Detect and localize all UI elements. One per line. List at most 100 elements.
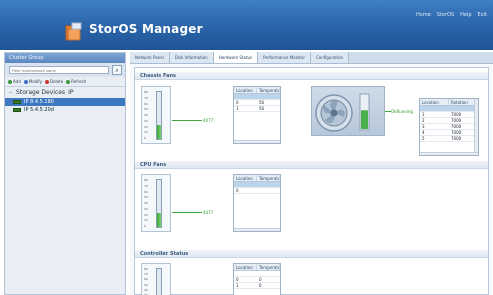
top-link-home[interactable]: Home <box>416 12 431 18</box>
tick-label: 50 <box>144 195 148 200</box>
delete-icon <box>45 79 50 84</box>
search-row: ⌕ <box>5 63 125 77</box>
horizontal-scrollbar[interactable] <box>234 140 280 143</box>
table-cell: 1 <box>236 106 239 111</box>
tree-item-device-1[interactable]: IP 8.4.5.180 <box>5 98 125 106</box>
tree-root-suffix: IP <box>68 89 74 96</box>
table-header: Location Temperature <box>234 264 280 271</box>
temperature-reading: 4077 <box>203 118 214 123</box>
table-header: Location Rotation <box>420 99 478 106</box>
tick-label: 40 <box>144 287 148 292</box>
search-icon: ⌕ <box>115 67 119 74</box>
table-cell: 2 <box>422 118 425 123</box>
fan-speed-table: Location Rotation 1 7000 2 7000 3 7000 4 700… <box>419 98 479 156</box>
tick-label: 80 <box>144 90 148 94</box>
meter-track <box>156 91 162 140</box>
meter-ticks: 80 70 60 50 40 30 20 10 0 <box>144 90 154 140</box>
tick-label: 80 <box>144 267 148 271</box>
table-cell <box>234 182 257 187</box>
table-cell: 0 <box>236 188 239 193</box>
tick-label: 70 <box>144 183 148 188</box>
tick-label: 40 <box>144 201 148 205</box>
top-link-storos[interactable]: StorOS <box>437 12 454 18</box>
tick-label: 30 <box>144 206 148 211</box>
table-cell: 0 <box>259 277 262 282</box>
action-toolbar: Add Modify Delete Refresh <box>5 77 125 87</box>
reading-leader <box>172 120 202 121</box>
section-header-chassis: Chassis Fans <box>135 72 488 80</box>
tick-label: 80 <box>144 178 148 182</box>
table-header: Location Temperature <box>234 87 280 94</box>
add-label: Add <box>13 79 21 84</box>
top-link-help[interactable]: Help <box>460 12 471 18</box>
tick-label: 50 <box>144 282 148 287</box>
server-icon <box>13 100 21 104</box>
table-row[interactable]: 5 7000 <box>420 136 478 142</box>
table-header: Location Temperature <box>234 175 280 182</box>
column-header[interactable]: Location <box>234 264 257 270</box>
refresh-button[interactable]: Refresh <box>66 79 86 84</box>
cluster-sidebar: Cluster Group ⌕ Add Modify Delete Refres… <box>4 52 126 295</box>
tab-disk-information[interactable]: Disk Information <box>169 52 214 63</box>
meter-fill <box>157 212 161 227</box>
tick-label: 40 <box>144 113 148 117</box>
table-cell <box>234 94 257 99</box>
column-header[interactable]: Temperature <box>257 175 280 181</box>
top-link-exit[interactable]: Exit <box>478 12 487 18</box>
search-button[interactable]: ⌕ <box>112 65 122 75</box>
filter-input[interactable] <box>9 66 109 74</box>
temperature-reading: 4077 <box>203 210 214 215</box>
temperature-meter: 80 70 60 50 40 30 20 10 0 <box>141 86 171 144</box>
table-row[interactable]: 10 <box>234 283 280 289</box>
add-icon <box>8 79 12 84</box>
table-cell <box>257 94 280 99</box>
table-row[interactable]: 1 56 <box>234 106 280 112</box>
edit-icon <box>23 79 28 84</box>
column-header[interactable]: Temperature <box>257 264 280 270</box>
delete-button[interactable]: Delete <box>45 79 63 84</box>
table-row[interactable]: 0 <box>234 188 280 194</box>
fan-status-reading: OkRunning <box>391 109 413 114</box>
tab-hardware-status[interactable]: Hardware Status <box>213 52 259 63</box>
meter-track <box>156 179 162 228</box>
table-cell <box>257 271 280 276</box>
tab-configuration[interactable]: Configuration <box>310 52 350 63</box>
table-cell: 1 <box>422 112 425 117</box>
section-header-cpu: CPU Fans <box>135 161 488 169</box>
table-cell: 1 <box>236 283 239 288</box>
column-header[interactable]: Location <box>420 99 449 105</box>
tick-label: 70 <box>144 95 148 100</box>
tick-label: 10 <box>144 218 148 223</box>
horizontal-scrollbar[interactable] <box>234 228 280 231</box>
horizontal-scrollbar[interactable] <box>420 152 478 155</box>
table-cell <box>420 106 449 111</box>
refresh-label: Refresh <box>71 79 87 84</box>
tree-item-device-2[interactable]: IP 5.4.5.20d <box>5 106 125 114</box>
column-header[interactable]: Location <box>234 175 257 181</box>
tree-expand-icon[interactable]: − <box>8 89 13 96</box>
table-cell: 4 <box>422 130 425 135</box>
controller-sensor-table: Location Temperature 00 10 <box>233 263 281 295</box>
column-header[interactable]: Temperature <box>257 87 280 93</box>
table-cell: 0 <box>236 100 239 105</box>
tree-root-label: Storage Devices <box>16 89 66 96</box>
refresh-icon <box>66 79 71 84</box>
modify-button[interactable]: Modify <box>23 79 42 84</box>
tree-root[interactable]: − Storage Devices IP <box>5 87 125 98</box>
tick-label: 60 <box>144 189 148 194</box>
tree-item-label: IP 5.4.5.20d <box>24 107 54 113</box>
tick-label: 20 <box>144 124 148 129</box>
vertical-scrollbar[interactable] <box>474 99 478 155</box>
table-cell <box>257 188 280 193</box>
temperature-meter: 80 70 60 50 40 30 <box>141 263 171 295</box>
tab-performance-monitor[interactable]: Performance Monitor <box>258 52 311 63</box>
temperature-meter: 80 70 60 50 40 30 20 10 0 <box>141 174 171 232</box>
add-button[interactable]: Add <box>8 79 21 84</box>
top-links: Home StorOS Help Exit <box>416 12 487 18</box>
tick-label: 30 <box>144 118 148 123</box>
table-cell: 56 <box>259 106 265 111</box>
tab-network-panel[interactable]: Network Panel <box>130 52 170 63</box>
column-header[interactable]: Location <box>234 87 257 93</box>
tree-item-label: IP 8.4.5.180 <box>24 99 54 105</box>
cpu-sensor-table: Location Temperature 0 <box>233 174 281 232</box>
